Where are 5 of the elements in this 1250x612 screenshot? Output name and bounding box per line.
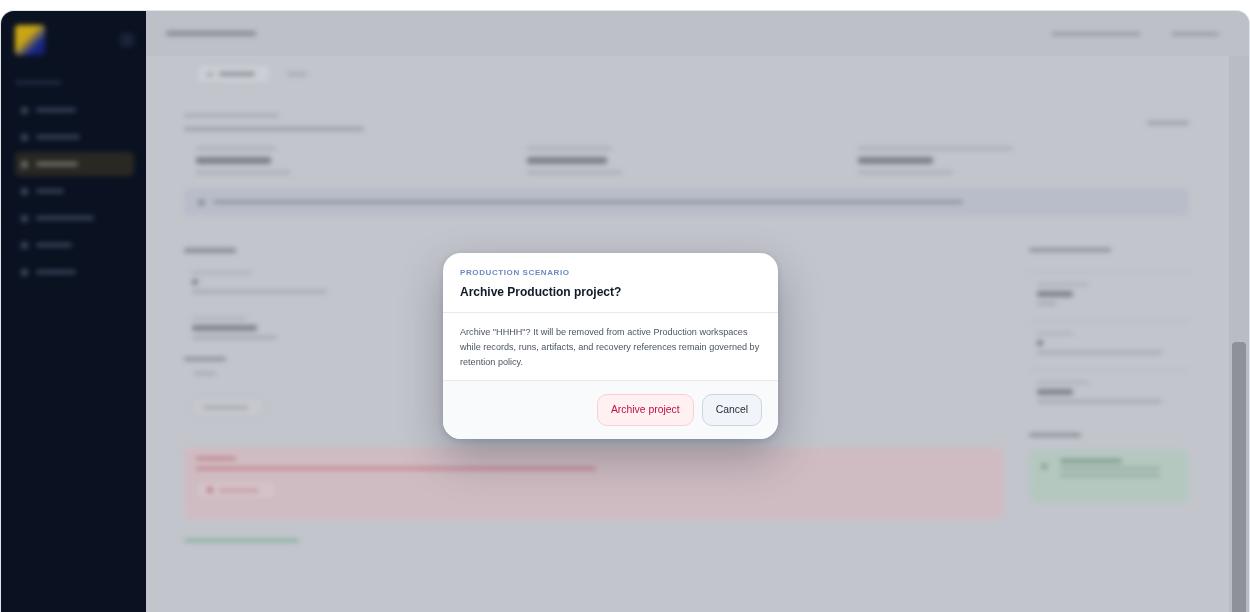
dialog-title: Archive Production project? [460, 284, 623, 300]
cancel-button[interactable]: Cancel [701, 394, 762, 426]
dialog-message: Archive "HHHH"? It will be removed from active Production workspaces while records, runs, artifacts, and recovery references remain governed by retention policy. [460, 326, 761, 369]
dialog-eyebrow: PRODUCTION SCENARIO [460, 267, 571, 278]
archive-button[interactable]: Archive project [596, 394, 694, 426]
